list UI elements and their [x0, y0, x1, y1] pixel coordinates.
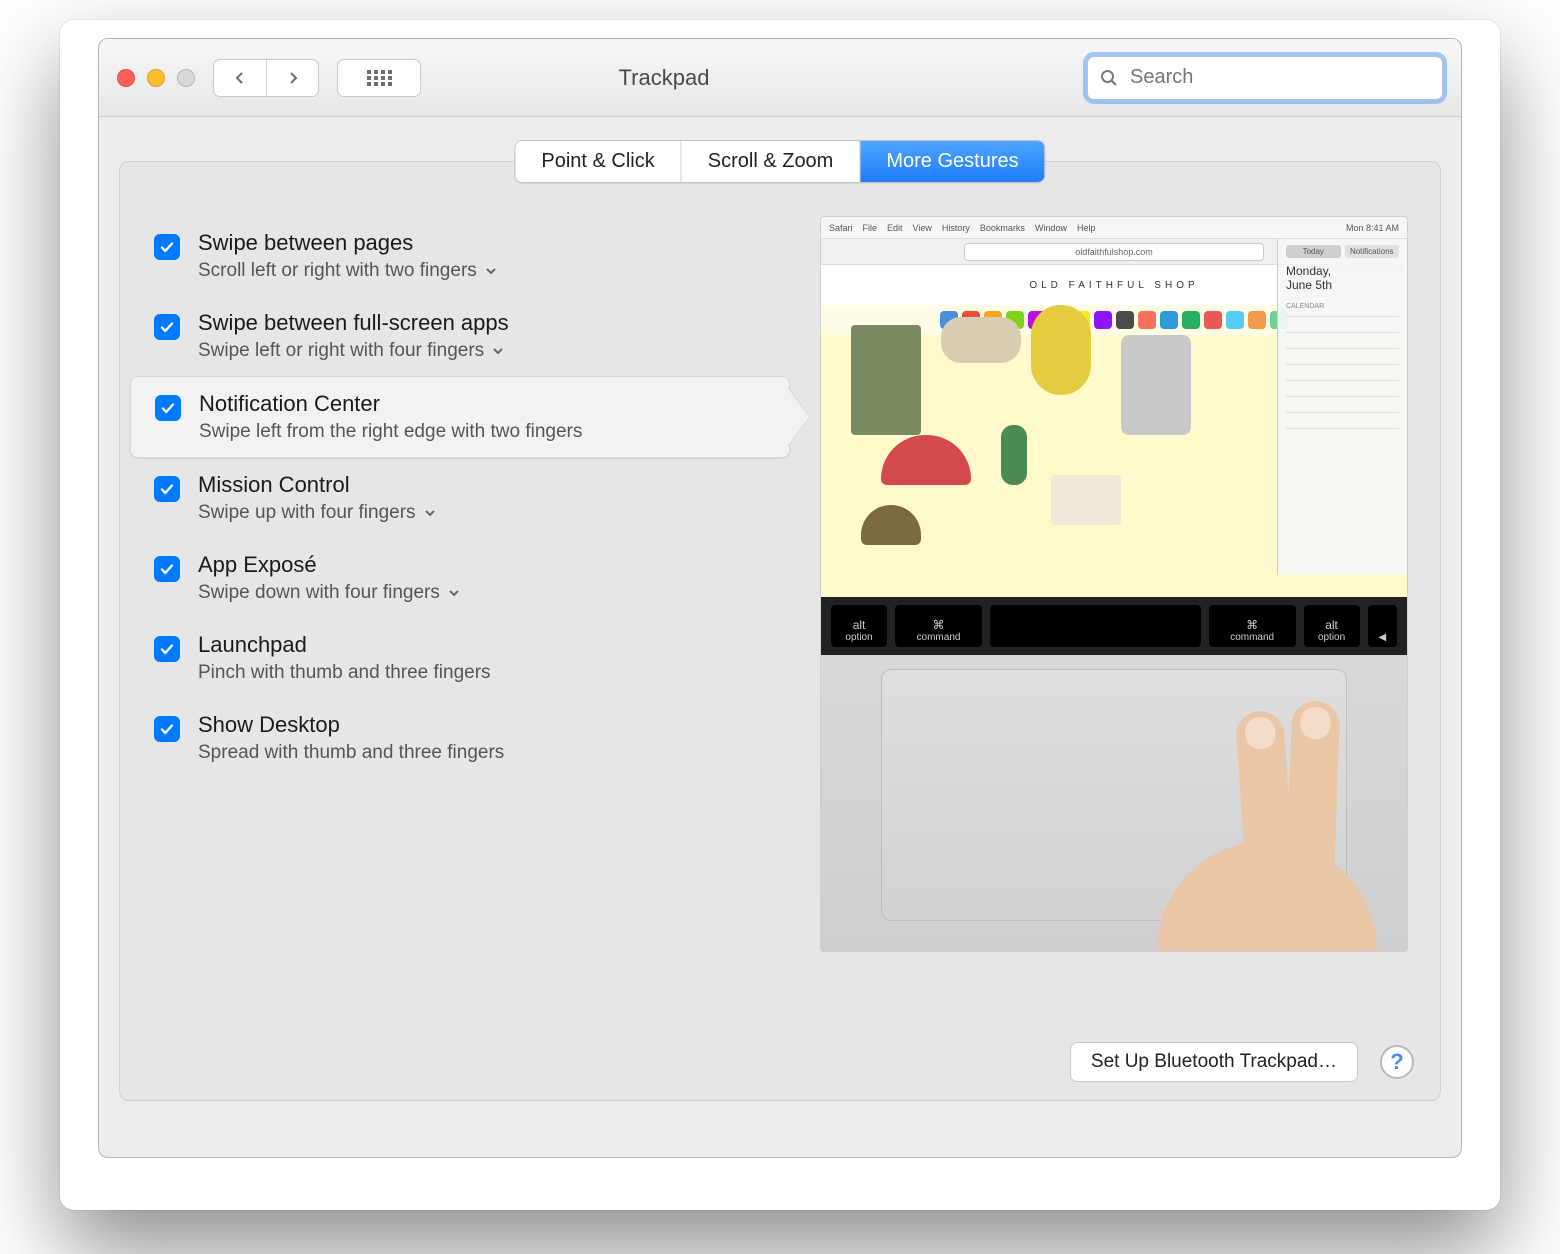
preview-key: altoption: [1304, 605, 1360, 647]
window-controls: [117, 69, 195, 87]
gesture-list: Swipe between pages Scroll left or right …: [130, 216, 790, 778]
gesture-subtitle: Pinch with thumb and three fingers: [198, 662, 491, 684]
window-title: Trackpad: [259, 65, 1069, 91]
gesture-title: Launchpad: [198, 632, 491, 658]
tab-more-gestures[interactable]: More Gestures: [859, 141, 1044, 182]
nc-tab-notifications: Notifications: [1345, 245, 1400, 258]
close-icon[interactable]: [117, 69, 135, 87]
gesture-subtitle: Spread with thumb and three fingers: [198, 742, 504, 764]
gesture-title: Show Desktop: [198, 712, 504, 738]
chevron-down-icon: [448, 587, 460, 599]
gesture-checkbox[interactable]: [155, 395, 181, 421]
gesture-checkbox[interactable]: [154, 556, 180, 582]
gesture-title: Swipe between pages: [198, 230, 497, 256]
gesture-title: Swipe between full-screen apps: [198, 310, 509, 336]
help-button[interactable]: ?: [1380, 1045, 1414, 1079]
preview-screen: SafariFileEditViewHistoryBookmarksWindow…: [821, 217, 1407, 597]
gesture-item[interactable]: Notification Center Swipe left from the r…: [130, 376, 790, 458]
setup-bluetooth-trackpad-button[interactable]: Set Up Bluetooth Trackpad…: [1070, 1042, 1358, 1082]
preview-key: [990, 605, 1201, 647]
gesture-item[interactable]: Swipe between pages Scroll left or right …: [130, 216, 790, 296]
preview-trackpad: [821, 655, 1407, 951]
gesture-subtitle[interactable]: Scroll left or right with two fingers: [198, 260, 497, 282]
tab-point-click[interactable]: Point & Click: [515, 141, 680, 182]
gesture-subtitle: Swipe left from the right edge with two …: [199, 421, 582, 443]
gesture-title: App Exposé: [198, 552, 460, 578]
tab-bar: Point & Click Scroll & Zoom More Gesture…: [514, 140, 1045, 183]
preview-urlbar: oldfaithfulshop.com: [964, 243, 1264, 261]
notification-center-panel: Today Notifications Monday,June 5th CALE…: [1277, 239, 1407, 575]
gesture-checkbox[interactable]: [154, 234, 180, 260]
gesture-title: Notification Center: [199, 391, 582, 417]
gesture-item[interactable]: Launchpad Pinch with thumb and three fing…: [130, 618, 790, 698]
preview-keyboard: altoption⌘command⌘commandaltoption◀: [821, 597, 1407, 655]
gesture-checkbox[interactable]: [154, 314, 180, 340]
preview-key: ⌘command: [1209, 605, 1296, 647]
minimize-icon[interactable]: [147, 69, 165, 87]
search-input[interactable]: [1128, 65, 1430, 90]
hand-icon: [1157, 691, 1377, 951]
gesture-title: Mission Control: [198, 472, 436, 498]
titlebar: Trackpad: [99, 39, 1461, 117]
search-field[interactable]: [1087, 56, 1443, 100]
gesture-preview: SafariFileEditViewHistoryBookmarksWindow…: [820, 216, 1408, 952]
gesture-subtitle[interactable]: Swipe left or right with four fingers: [198, 340, 509, 362]
search-icon: [1100, 69, 1118, 87]
gesture-item[interactable]: Mission Control Swipe up with four finger…: [130, 458, 790, 538]
gesture-item[interactable]: Show Desktop Spread with thumb and three …: [130, 698, 790, 778]
gesture-checkbox[interactable]: [154, 476, 180, 502]
zoom-icon: [177, 69, 195, 87]
preview-clock: Mon 8:41 AM: [1346, 223, 1399, 233]
gesture-item[interactable]: Swipe between full-screen apps Swipe left…: [130, 296, 790, 376]
chevron-down-icon: [424, 507, 436, 519]
gesture-checkbox[interactable]: [154, 716, 180, 742]
settings-panel: Point & Click Scroll & Zoom More Gesture…: [119, 161, 1441, 1101]
gesture-item[interactable]: App Exposé Swipe down with four fingers: [130, 538, 790, 618]
chevron-down-icon: [485, 265, 497, 277]
preview-key: ◀: [1368, 605, 1397, 647]
preferences-window: Trackpad Point & Click Scroll & Zoom Mor…: [98, 38, 1462, 1158]
preview-key: ⌘command: [895, 605, 982, 647]
chevron-down-icon: [492, 345, 504, 357]
gesture-subtitle[interactable]: Swipe up with four fingers: [198, 502, 436, 524]
gesture-checkbox[interactable]: [154, 636, 180, 662]
gesture-subtitle[interactable]: Swipe down with four fingers: [198, 582, 460, 604]
tab-scroll-zoom[interactable]: Scroll & Zoom: [681, 141, 860, 182]
nc-tab-today: Today: [1286, 245, 1341, 258]
preview-key: altoption: [831, 605, 887, 647]
